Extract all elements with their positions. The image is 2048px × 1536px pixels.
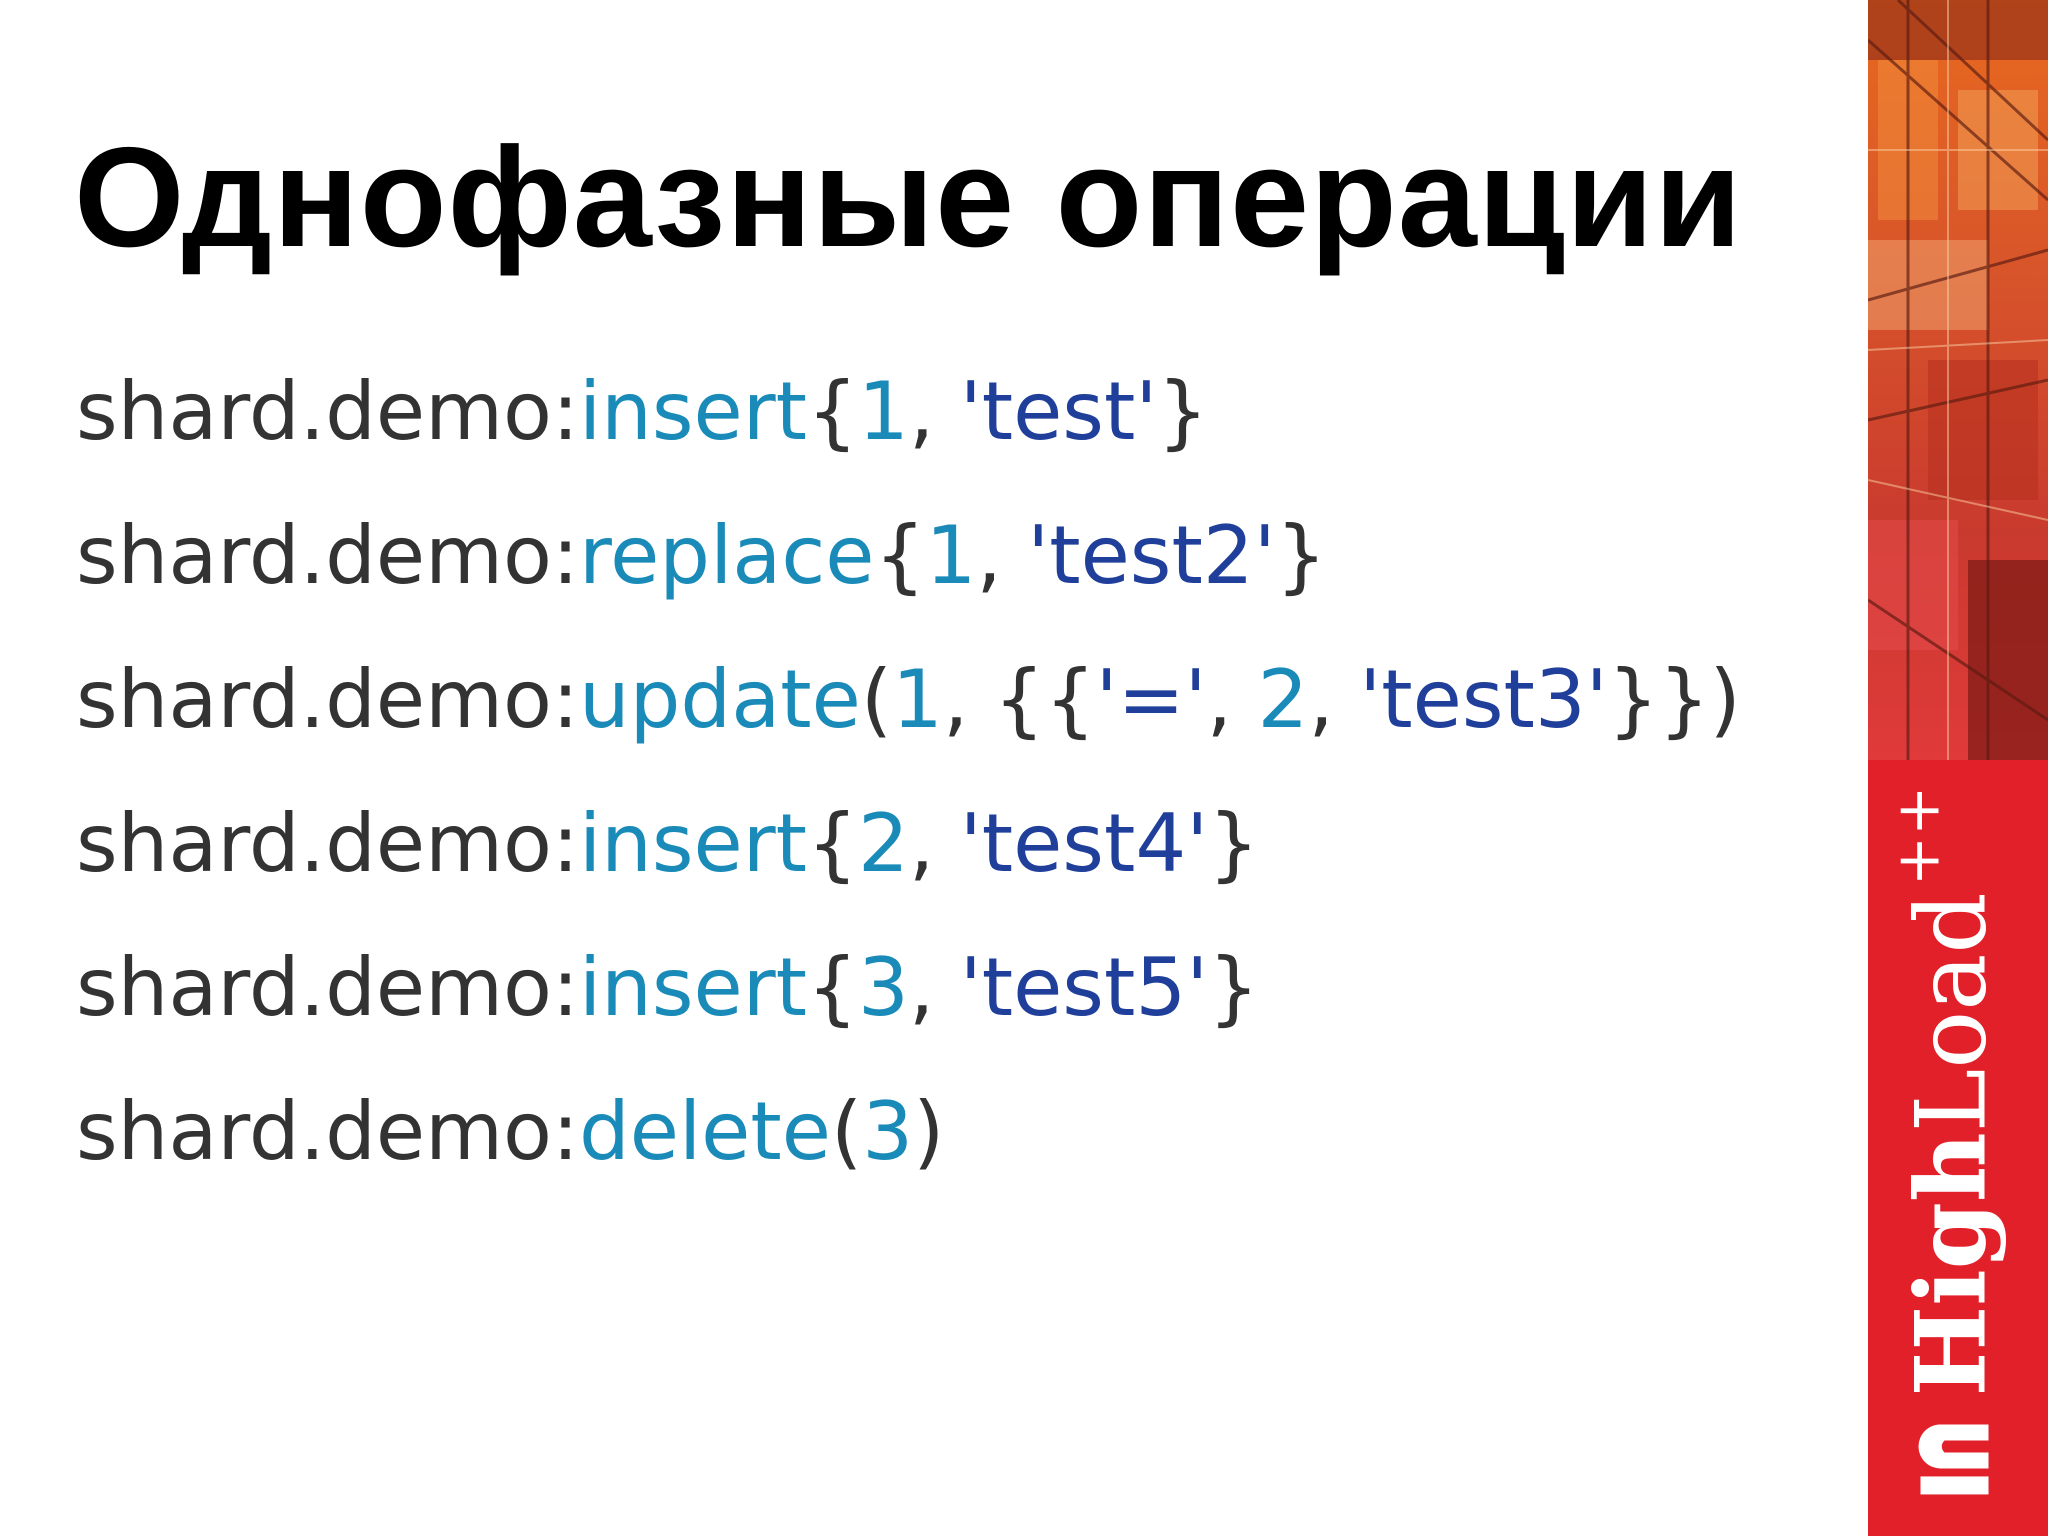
code-token-punct: , — [908, 941, 960, 1034]
code-line: shard.demo:update(1, {{'=', 2, 'test3'}}… — [76, 628, 1741, 772]
code-token-obj: shard.demo: — [76, 365, 579, 458]
decorative-architecture-graphic — [1868, 0, 2048, 760]
logo-text-load: Load — [1895, 892, 2008, 1133]
code-token-punct: } — [1275, 509, 1327, 602]
code-token-obj: shard.demo: — [76, 653, 579, 746]
code-token-punct: , — [908, 797, 960, 890]
code-token-punct: ) — [913, 1085, 945, 1178]
logo-text-high: High — [1894, 1132, 2008, 1397]
code-token-num: 3 — [857, 941, 909, 1034]
code-token-str: 'test2' — [1027, 509, 1276, 602]
code-line: shard.demo:insert{1, 'test'} — [76, 340, 1741, 484]
code-token-punct: , — [976, 509, 1028, 602]
code-token-punct: , — [908, 365, 960, 458]
code-token-num: 2 — [1257, 653, 1309, 746]
code-token-obj: shard.demo: — [76, 941, 579, 1034]
code-line: shard.demo:replace{1, 'test2'} — [76, 484, 1741, 628]
code-token-num: 1 — [892, 653, 943, 746]
code-token-method: insert — [578, 941, 808, 1034]
code-token-obj: shard.demo: — [76, 509, 579, 602]
code-token-num: 1 — [925, 509, 977, 602]
logo-text-plusplus: ++ — [1883, 785, 1954, 887]
code-token-punct: } — [1157, 365, 1209, 458]
code-token-punct: { — [807, 365, 858, 458]
side-banner: High Load ++ — [1868, 0, 2048, 1536]
code-token-obj: shard.demo: — [76, 797, 579, 890]
highload-logo: High Load ++ — [1884, 786, 2020, 1495]
code-token-method: insert — [578, 797, 808, 890]
code-token-num: 2 — [857, 797, 909, 890]
code-token-str: '=' — [1095, 653, 1207, 746]
code-token-num: 3 — [862, 1085, 914, 1178]
code-token-str: 'test3' — [1359, 653, 1608, 746]
code-token-punct: }}) — [1607, 653, 1741, 746]
code-line: shard.demo:insert{3, 'test5'} — [76, 916, 1741, 1060]
code-token-punct: } — [1208, 941, 1260, 1034]
code-line: shard.demo:insert{2, 'test4'} — [76, 772, 1741, 916]
code-token-method: update — [578, 653, 861, 746]
code-token-method: insert — [578, 365, 808, 458]
code-token-punct: ( — [830, 1085, 863, 1178]
code-block: shard.demo:insert{1, 'test'} shard.demo:r… — [76, 340, 1741, 1204]
code-token-str: 'test' — [959, 365, 1158, 458]
code-token-method: delete — [578, 1085, 831, 1178]
slide-title: Однофазные операции — [74, 118, 1743, 277]
code-token-str: 'test5' — [959, 941, 1209, 1034]
highload-logo-mark-icon — [1901, 1424, 1989, 1495]
code-token-punct: ( — [860, 653, 893, 746]
code-token-method: replace — [578, 509, 875, 602]
code-token-punct: , {{ — [942, 653, 1096, 746]
code-token-punct: , — [1308, 653, 1360, 746]
code-token-obj: shard.demo: — [76, 1085, 579, 1178]
code-token-num: 1 — [857, 365, 909, 458]
code-token-punct: } — [1208, 797, 1260, 890]
code-token-punct: { — [807, 797, 858, 890]
code-token-str: 'test4' — [959, 797, 1209, 890]
code-token-punct: { — [874, 509, 926, 602]
code-token-punct: { — [807, 941, 858, 1034]
slide: Однофазные операции shard.demo:insert{1,… — [0, 0, 2048, 1536]
code-token-punct: , — [1206, 653, 1258, 746]
code-line: shard.demo:delete(3) — [76, 1060, 1741, 1204]
